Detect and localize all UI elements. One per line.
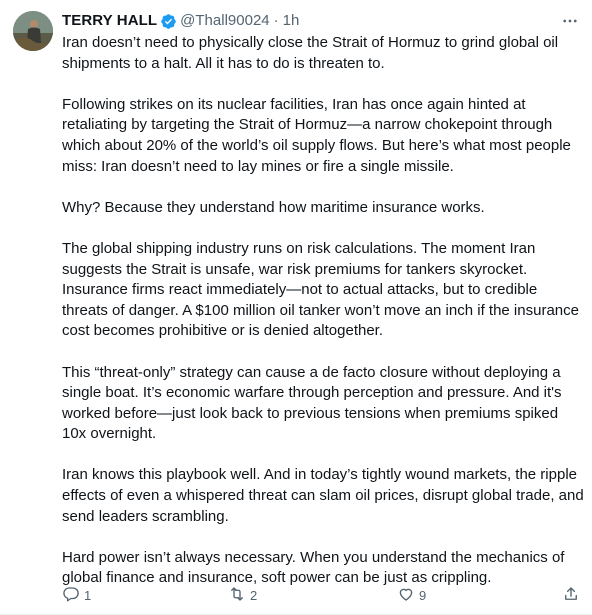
- tweet-paragraph: The global shipping industry runs on ris…: [62, 239, 579, 340]
- tweet[interactable]: TERRY HALL @Thall90024 · 1h Iran doesn’t…: [0, 0, 592, 615]
- tweet-paragraph: Why? Because they understand how maritim…: [62, 198, 485, 216]
- tweet-paragraph: Iran knows this playbook well. And in to…: [62, 466, 584, 525]
- reply-button[interactable]: 1: [62, 584, 91, 606]
- more-icon[interactable]: [560, 11, 580, 31]
- reply-icon: [62, 585, 80, 606]
- avatar[interactable]: [13, 11, 53, 51]
- author-handle[interactable]: @Thall90024: [180, 11, 269, 31]
- retweet-icon: [228, 585, 246, 606]
- retweet-button[interactable]: 2: [228, 584, 257, 606]
- verified-badge-icon: [160, 13, 177, 30]
- author-name[interactable]: TERRY HALL: [62, 11, 157, 31]
- reply-count: 1: [84, 587, 92, 603]
- tweet-text: Iran doesn’t need to physically close th…: [62, 33, 584, 589]
- tweet-paragraph: Hard power isn’t always necessary. When …: [62, 548, 565, 587]
- retweet-count: 2: [250, 587, 258, 603]
- timestamp[interactable]: 1h: [283, 11, 300, 31]
- tweet-paragraph: Following strikes on its nuclear facilit…: [62, 95, 571, 175]
- like-button[interactable]: 9: [397, 584, 426, 606]
- like-count: 9: [419, 587, 427, 603]
- tweet-header: TERRY HALL @Thall90024 · 1h: [62, 11, 580, 31]
- share-button[interactable]: [562, 584, 580, 606]
- action-bar: 1 2 9: [62, 584, 582, 606]
- tweet-paragraph: Iran doesn’t need to physically close th…: [62, 34, 559, 72]
- tweet-paragraph: This “threat-only” strategy can cause a …: [62, 363, 562, 443]
- like-icon: [397, 585, 415, 606]
- share-icon: [562, 585, 580, 606]
- separator-dot: ·: [273, 12, 279, 29]
